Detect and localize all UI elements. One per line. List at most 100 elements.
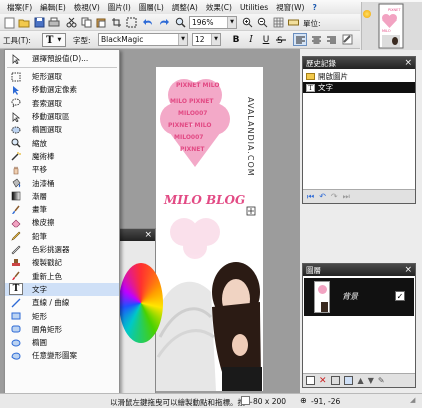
new-file-icon[interactable] — [2, 16, 16, 29]
tools-menu-item[interactable]: 選擇預設值(D)... — [5, 52, 119, 65]
history-item-open-image[interactable]: 開啟圖片 — [303, 71, 415, 82]
tools-menu-item[interactable]: 平移 — [5, 163, 119, 176]
save-icon[interactable] — [32, 16, 46, 29]
tools-menu-item[interactable]: 直線 / 曲線 — [5, 296, 119, 309]
print-icon[interactable] — [47, 16, 61, 29]
antialias-icon[interactable] — [340, 33, 354, 46]
tools-menu-item[interactable]: 畫筆 — [5, 203, 119, 216]
history-item-text[interactable]: T 文字 — [303, 82, 415, 93]
move-selected-pixels-icon — [9, 84, 23, 96]
document-canvas[interactable]: PIXNET MILO MILO PIXNET MILO007 PIXNET M… — [156, 67, 263, 391]
undo-icon[interactable] — [141, 16, 155, 29]
status-bar: 以滑鼠左鍵拖曳可以繪製動點和拖標。按一 80 x 200 ⊕ -91, -26 … — [0, 393, 422, 408]
paste-icon[interactable] — [94, 16, 108, 29]
rewind-icon[interactable]: ⏮ — [307, 192, 314, 202]
tools-menu-item[interactable]: 圓角矩形 — [5, 323, 119, 336]
align-left-icon[interactable] — [293, 33, 307, 46]
menu-adjustments[interactable]: 調整(A) — [168, 2, 202, 13]
tools-menu-label: 文字 — [32, 284, 47, 294]
tools-menu-item[interactable]: 色彩挑選器 — [5, 243, 119, 256]
zoom-out-icon[interactable] — [255, 16, 269, 29]
menu-utilities[interactable]: Utilities — [236, 3, 272, 12]
menu-image[interactable]: 圖片(I) — [104, 2, 135, 13]
deselect-icon[interactable] — [124, 16, 138, 29]
text-tool-icon: T — [46, 34, 54, 46]
italic-button[interactable]: I — [244, 33, 258, 46]
image-size-icon — [241, 396, 250, 405]
merge-layer-down-icon[interactable] — [343, 376, 353, 385]
ruler-icon[interactable] — [286, 16, 300, 29]
move-layer-up-icon[interactable]: ▲ — [358, 376, 364, 385]
undo-icon[interactable]: ↶ — [319, 192, 326, 201]
tools-menu-label: 橢圓 — [32, 338, 47, 348]
hearts-text: PIXNET MILO — [176, 82, 219, 89]
menu-layers[interactable]: 圖層(L) — [135, 2, 168, 13]
svg-text:MILO: MILO — [382, 29, 391, 33]
angel-girl-graphic — [156, 262, 262, 391]
title-text: MILO BLOG — [163, 193, 245, 207]
redo-icon[interactable]: ↷ — [331, 192, 338, 201]
tools-menu-item-selected[interactable]: T 文字 — [5, 282, 119, 297]
close-icon[interactable]: × — [404, 264, 412, 276]
tools-menu-item[interactable]: 漸層 — [5, 190, 119, 203]
underline-button[interactable]: U — [259, 33, 273, 46]
close-icon[interactable]: × — [404, 57, 412, 69]
tools-menu-item[interactable]: 魔術棒 — [5, 150, 119, 163]
redo-icon[interactable] — [156, 16, 170, 29]
tool-chooser-button[interactable]: T ▼ — [42, 33, 66, 47]
main-toolbar: 196% ▼ 單位: — [0, 14, 360, 31]
status-hint: 以滑鼠左鍵拖曳可以繪製動點和拖標。按一 — [110, 398, 253, 407]
text-icon: T — [306, 83, 315, 92]
zoom-in-icon[interactable] — [240, 16, 254, 29]
tools-menu-item[interactable]: 重新上色 — [5, 270, 119, 283]
layer-properties-icon[interactable]: ✎ — [378, 376, 385, 385]
add-layer-icon[interactable] — [306, 376, 315, 385]
move-layer-down-icon[interactable]: ▼ — [368, 376, 374, 385]
tools-menu-item[interactable]: 移動選定像素 — [5, 83, 119, 96]
duplicate-layer-icon[interactable] — [330, 376, 340, 385]
strikethrough-icon[interactable]: S — [274, 33, 288, 46]
tools-menu-item[interactable]: 複製戳記 — [5, 256, 119, 269]
tools-menu-item[interactable]: 縮放 — [5, 137, 119, 150]
layer-row-background[interactable]: 背景 ✓ — [304, 278, 414, 316]
font-size-select[interactable]: 12 ▼ — [192, 33, 221, 46]
menu-file[interactable]: 檔案(F) — [3, 2, 36, 13]
align-right-icon[interactable] — [324, 33, 338, 46]
zoom-icon[interactable] — [173, 16, 187, 29]
menu-effects[interactable]: 效果(C) — [202, 2, 236, 13]
copy-icon[interactable] — [79, 16, 93, 29]
tools-menu-item[interactable]: 矩形選取 — [5, 70, 119, 83]
open-folder-icon[interactable] — [17, 16, 31, 29]
font-select[interactable]: BlackMagic ▼ — [98, 33, 188, 46]
close-icon[interactable]: × — [144, 229, 152, 241]
zoom-select[interactable]: 196% ▼ — [189, 16, 237, 29]
history-item-label: 文字 — [318, 83, 333, 92]
tools-menu-item[interactable]: 油漆桶 — [5, 176, 119, 189]
tools-menu-item[interactable]: 橡皮擦 — [5, 216, 119, 229]
delete-layer-icon[interactable]: ✕ — [319, 376, 327, 386]
tools-menu-label: 矩形 — [32, 311, 47, 321]
align-center-icon[interactable] — [309, 33, 323, 46]
tools-menu-item[interactable]: 橢圓選取 — [5, 123, 119, 136]
tools-menu-item[interactable]: 鉛筆 — [5, 230, 119, 243]
tools-menu-item[interactable]: 套索選取 — [5, 97, 119, 110]
menu-window[interactable]: 視窗(W) — [272, 2, 308, 13]
tools-menu-item[interactable]: 矩形 — [5, 309, 119, 322]
resize-grip-icon[interactable]: ◢ — [410, 396, 415, 404]
tools-menu-item[interactable]: 任意變形圖案 — [5, 349, 119, 362]
grid-icon[interactable] — [271, 16, 285, 29]
history-title-text: 歷史記錄 — [306, 58, 336, 68]
crop-icon[interactable] — [109, 16, 123, 29]
tools-menu-item[interactable]: 移動選取區 — [5, 110, 119, 123]
help-icon[interactable]: ? — [308, 3, 320, 12]
layer-visibility-checkbox[interactable]: ✓ — [395, 291, 405, 301]
tools-menu-label: 移動選定像素 — [32, 85, 77, 95]
color-wheel[interactable] — [119, 263, 163, 343]
menu-edit[interactable]: 編輯(E) — [36, 2, 70, 13]
fast-forward-icon[interactable]: ⏭ — [343, 192, 350, 202]
bold-button[interactable]: B — [229, 33, 243, 46]
units-label: 單位: — [303, 19, 321, 28]
menu-view[interactable]: 檢視(V) — [70, 2, 104, 13]
tools-menu-item[interactable]: 橢圓 — [5, 336, 119, 349]
cut-icon[interactable] — [64, 16, 78, 29]
